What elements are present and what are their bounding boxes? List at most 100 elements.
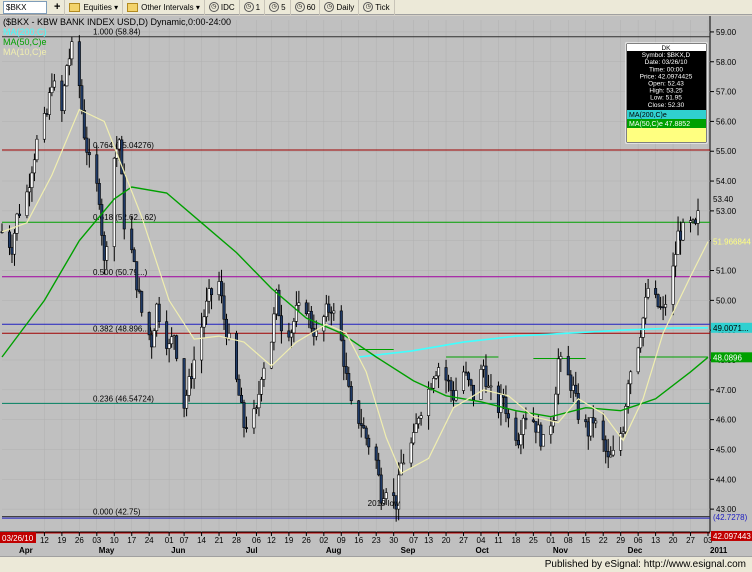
price-bar-body [484, 365, 488, 387]
price-bar-body [242, 402, 246, 428]
data-window-row: High: 53.25 [649, 88, 683, 95]
month-label: 2011 [710, 546, 728, 555]
price-bar-body [252, 408, 256, 429]
price-bar-body [499, 394, 503, 413]
interval-1-label: 1 [255, 2, 261, 12]
price-tick-label: 57.00 [716, 88, 737, 97]
equities-dropdown[interactable]: Equities ▾ [65, 0, 124, 15]
price-bar-body [259, 379, 263, 395]
price-tick-label: 44.00 [716, 475, 737, 484]
price-bar-body [135, 261, 139, 291]
price-bar-body [182, 358, 186, 409]
price-bar-body [467, 372, 471, 381]
price-bar-body [187, 376, 191, 396]
daily-button[interactable]: ◷ Daily [320, 0, 360, 15]
price-bar-body [589, 417, 593, 437]
data-window[interactable]: DKSymbol: $BKX,DDate: 03/26/10Time: 00:0… [625, 42, 708, 144]
price-bar-body [202, 316, 206, 328]
intervals-dropdown[interactable]: Other Intervals ▾ [123, 0, 205, 15]
price-bar-body [314, 330, 318, 337]
price-bar-body [656, 294, 660, 307]
value-label: 42.097443 [713, 532, 751, 541]
tick-button[interactable]: ◷ Tick [359, 0, 395, 15]
price-bar-body [32, 159, 36, 174]
data-window-row: Price: 42.0974425 [640, 73, 693, 80]
price-bar-body [377, 459, 381, 476]
clock-icon: ◷ [294, 2, 305, 12]
ma50-legend[interactable]: MA(50,C)e [3, 37, 47, 47]
price-bar-body [155, 303, 159, 332]
price-bar-body [227, 333, 231, 339]
date-tick-label: 01 [546, 536, 555, 545]
price-tick-label: 45.00 [716, 445, 737, 454]
published-credit: Published by eSignal: http://www.esignal… [544, 559, 746, 570]
date-tick-label: 06 [634, 536, 643, 545]
interval-1-button[interactable]: ◷ 1 [240, 0, 266, 15]
price-bar-body [444, 367, 448, 381]
price-bar-body [427, 388, 431, 416]
date-tick-label: 06 [252, 536, 261, 545]
date-tick-label: 26 [75, 536, 84, 545]
price-bar-body [609, 454, 613, 458]
equities-label: Equities [83, 2, 112, 12]
price-bar-body [504, 397, 508, 414]
data-window-ma50-row: MA(50,C)e 47.8852 [629, 121, 690, 128]
data-window-row: Date: 03/26/10 [645, 59, 688, 66]
date-tick-label: 13 [424, 536, 433, 545]
date-tick-label: 07 [409, 536, 418, 545]
date-tick-label: 15 [581, 536, 590, 545]
date-tick-label: 01 [165, 536, 174, 545]
month-label: Dec [628, 546, 643, 555]
symbol-label: $BKX [6, 2, 27, 12]
new-button[interactable]: + [50, 0, 66, 15]
price-bar-body [244, 427, 248, 429]
date-tick-label: 03 [92, 536, 101, 545]
data-window-row: DK [661, 45, 671, 52]
value-label: 49.0071... [713, 324, 749, 333]
interval-5-button[interactable]: ◷ 5 [265, 0, 291, 15]
price-chart[interactable]: 1.000 (58.84)0.764 (55.04276)0.618 (52.6… [0, 16, 752, 556]
price-bar-body [130, 228, 134, 251]
chart-area[interactable]: 1.000 (58.84)0.764 (55.04276)0.618 (52.6… [0, 16, 752, 556]
price-bar-body [534, 421, 538, 433]
value-label: 51.966844 [713, 238, 751, 247]
price-bar-body [452, 390, 456, 401]
price-bar-body [185, 395, 189, 409]
date-tick-label: 07 [180, 536, 189, 545]
month-label: Aug [326, 546, 342, 555]
price-bar-body [519, 434, 523, 446]
price-bar-body [324, 303, 328, 318]
price-bar-body [172, 335, 176, 338]
price-bar-body [541, 434, 545, 447]
price-bar-body [35, 138, 39, 161]
date-tick-label: 22 [599, 536, 608, 545]
idc-button[interactable]: ◷ IDC [205, 0, 240, 15]
price-bar-body [646, 288, 650, 298]
price-bar-body [471, 384, 475, 400]
price-bar-body [27, 187, 31, 193]
interval-60-button[interactable]: ◷ 60 [291, 0, 321, 15]
annotation-label: 2010 low [368, 499, 400, 508]
price-bar-body [95, 154, 99, 184]
price-bar-body [85, 137, 89, 153]
ma10-legend[interactable]: MA(10,C)e [3, 47, 47, 57]
price-bar-body [691, 219, 695, 222]
price-bar-body [364, 427, 368, 439]
price-bar-body [671, 265, 675, 305]
ma200-legend[interactable]: MA(200,C) [3, 27, 47, 37]
interval-5-label: 5 [281, 2, 286, 12]
clock-icon: ◷ [208, 2, 219, 12]
data-window-footer [627, 128, 706, 142]
price-bar-body [222, 295, 226, 320]
price-bar-body [514, 417, 518, 441]
price-bar-body [237, 378, 241, 396]
value-label: (42.7278) [713, 513, 748, 522]
price-bar-body [137, 289, 141, 292]
symbol-field[interactable]: $BKX [3, 0, 47, 14]
price-tick-label: 46.00 [716, 416, 737, 425]
date-tick-label: 21 [215, 536, 224, 545]
price-bar-body [539, 424, 543, 447]
price-bar-body [489, 385, 493, 388]
data-window-row: Low: 51.95 [650, 95, 682, 102]
price-bar-body [175, 335, 179, 359]
